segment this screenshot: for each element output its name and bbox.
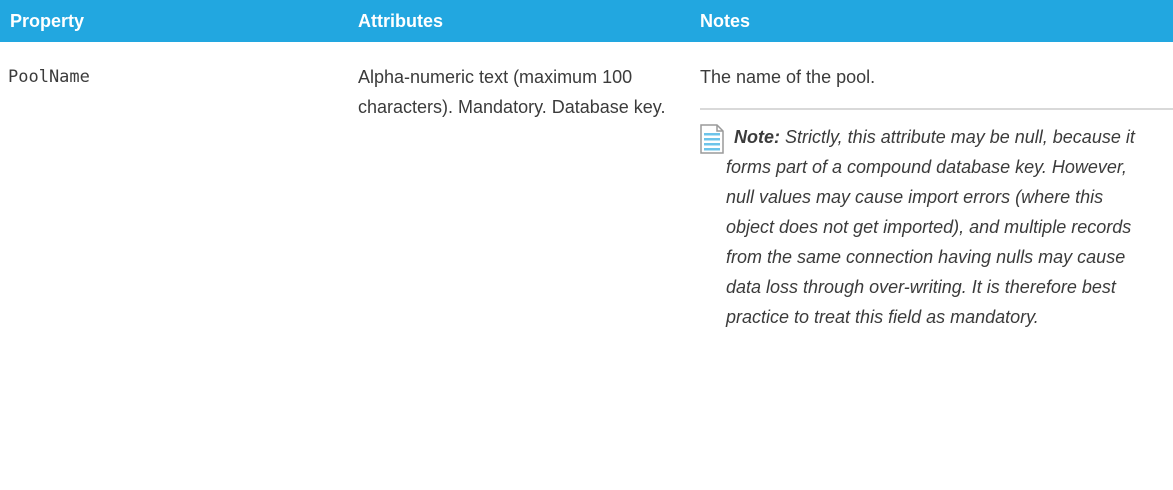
header-property: Property bbox=[10, 10, 85, 31]
note-label: Note: bbox=[734, 127, 780, 147]
notes-cell: The name of the pool. Note: Strictly, th… bbox=[690, 42, 1173, 332]
property-name-cell: PoolName bbox=[8, 67, 90, 87]
header-notes: Notes bbox=[700, 10, 751, 31]
notes-description: The name of the pool. bbox=[700, 67, 876, 87]
table-row: PoolName Alpha-numeric text (maximum 100… bbox=[0, 42, 1173, 332]
header-attributes: Attributes bbox=[358, 10, 443, 31]
table-header-row: Property Attributes Notes bbox=[0, 0, 1173, 42]
note-body: Strictly, this attribute may be null, be… bbox=[726, 127, 1135, 327]
property-table: Property Attributes Notes PoolName Alpha… bbox=[0, 0, 1173, 332]
note-text: Note: Strictly, this attribute may be nu… bbox=[726, 122, 1153, 332]
attributes-cell: Alpha-numeric text (maximum 100 characte… bbox=[358, 67, 666, 117]
note-box: Note: Strictly, this attribute may be nu… bbox=[700, 108, 1173, 332]
note-document-icon bbox=[700, 124, 724, 154]
